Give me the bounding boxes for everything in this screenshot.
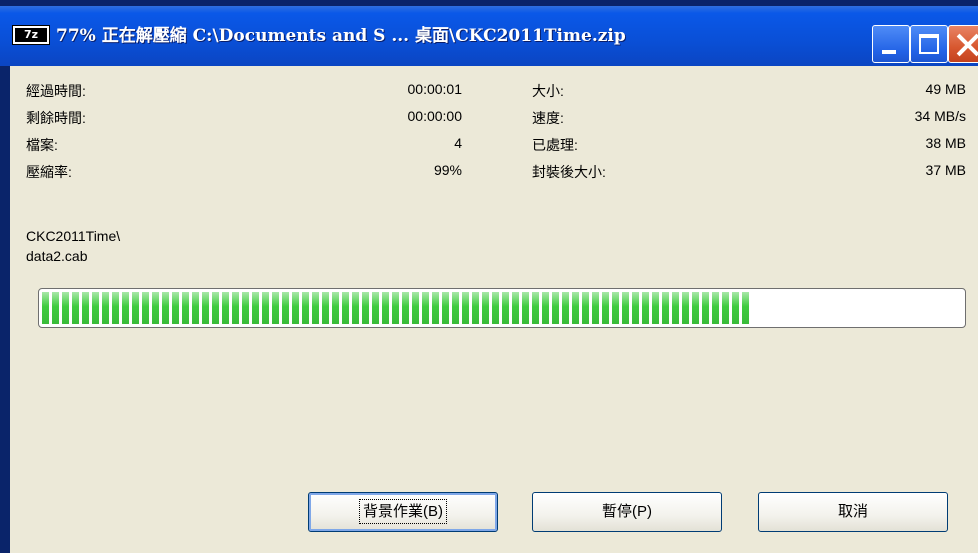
compression-ratio-value: 99%	[433, 162, 462, 178]
7zip-app-icon[interactable]: 7z	[12, 25, 50, 45]
cancel-button[interactable]: 取消	[758, 492, 948, 532]
title-bar[interactable]: 7z 77% 正在解壓縮 C:\Documents and S ... 桌面\C…	[0, 6, 978, 66]
files-value: 4	[454, 135, 462, 151]
current-file: data2.cab	[26, 248, 88, 264]
files-label: 檔案:	[26, 137, 58, 153]
current-folder: CKC2011Time\	[26, 228, 121, 244]
remaining-time-value: 00:00:00	[407, 108, 463, 124]
processed-label: 已處理:	[532, 137, 578, 153]
processed-value: 38 MB	[925, 135, 966, 151]
compression-ratio-label: 壓縮率:	[26, 164, 72, 180]
close-button[interactable]	[948, 25, 978, 63]
background-button-label: 背景作業(B)	[359, 499, 447, 524]
pause-button[interactable]: 暫停(P)	[532, 492, 722, 532]
maximize-button[interactable]	[910, 25, 948, 63]
window-title: 77% 正在解壓縮 C:\Documents and S ... 桌面\CKC2…	[56, 26, 626, 46]
minimize-button[interactable]	[872, 25, 910, 63]
size-label: 大小:	[532, 83, 564, 99]
cancel-button-label: 取消	[837, 503, 868, 520]
app-icon-label: 7z	[15, 28, 47, 42]
dialog-body: 經過時間: 00:00:01 剩餘時間: 00:00:00 檔案: 4 壓縮率:…	[10, 66, 978, 553]
packed-size-label: 封裝後大小:	[532, 164, 606, 180]
elapsed-time-label: 經過時間:	[26, 83, 86, 99]
pause-button-label: 暫停(P)	[602, 503, 652, 520]
speed-label: 速度:	[532, 110, 564, 126]
packed-size-value: 37 MB	[925, 162, 966, 178]
size-value: 49 MB	[925, 81, 966, 97]
remaining-time-label: 剩餘時間:	[26, 110, 86, 126]
speed-value: 34 MB/s	[914, 108, 966, 124]
extraction-progress-bar	[38, 288, 966, 328]
background-button[interactable]: 背景作業(B)	[308, 492, 498, 532]
extract-progress-window: 7z 77% 正在解壓縮 C:\Documents and S ... 桌面\C…	[0, 0, 978, 553]
progress-fill	[42, 292, 752, 324]
elapsed-time-value: 00:00:01	[407, 81, 463, 97]
